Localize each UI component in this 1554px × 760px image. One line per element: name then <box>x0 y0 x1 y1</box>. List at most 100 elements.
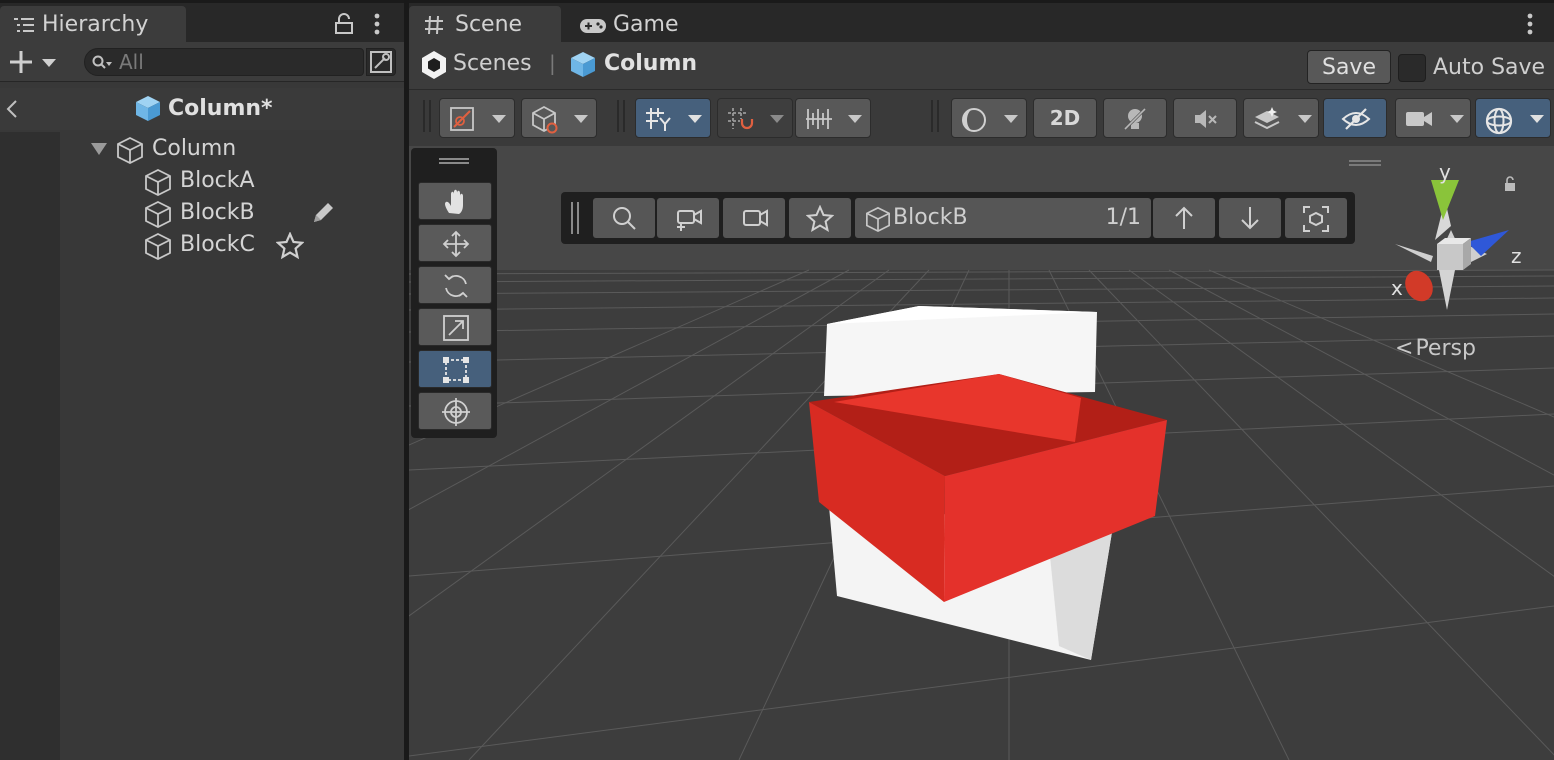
camera-view-button[interactable] <box>723 198 785 238</box>
gizmo-x-label: x <box>1391 276 1403 300</box>
toolbar-grip[interactable] <box>423 100 431 132</box>
audio-toggle-button[interactable] <box>1173 98 1237 138</box>
light-bulb-off-icon <box>1121 105 1149 137</box>
gameobject-cube-icon <box>144 200 172 232</box>
toolbar-grip[interactable] <box>931 100 939 132</box>
favorite-button[interactable] <box>789 198 851 238</box>
toolbar-grip[interactable] <box>617 100 625 132</box>
lock-icon[interactable] <box>1503 176 1517 196</box>
grid-snapping-dropdown[interactable] <box>717 98 793 138</box>
draw-mode-dropdown[interactable] <box>439 98 515 138</box>
shading-mode-dropdown[interactable] <box>951 98 1027 138</box>
chevron-down-icon <box>574 115 588 123</box>
chevron-down-icon <box>848 115 862 123</box>
scene-panel: Scene Game Scenes | Column Save Auto Sav… <box>409 0 1554 760</box>
scene-toolbar: 2D <box>409 90 1554 146</box>
scene-viewport[interactable]: BlockB 1/1 y z x <Persp <box>409 146 1554 760</box>
scale-tool-button[interactable] <box>418 308 492 346</box>
camera-add-icon <box>674 205 704 235</box>
overlay-search-button[interactable] <box>593 198 655 238</box>
previous-result-button[interactable] <box>1153 198 1215 238</box>
tree-item-label: BlockC <box>180 232 255 257</box>
expand-arrow-icon[interactable] <box>90 141 108 160</box>
effects-dropdown[interactable] <box>1243 98 1319 138</box>
prefab-cube-icon <box>134 94 162 126</box>
tree-item-blockb[interactable]: BlockB <box>60 198 404 230</box>
scale-icon <box>441 313 471 347</box>
overlay-grip[interactable] <box>571 202 579 234</box>
shaded-sphere-icon <box>960 105 990 139</box>
kebab-menu-icon[interactable] <box>1523 13 1537 39</box>
grid-snap-icon <box>726 105 756 137</box>
chevron-left-icon[interactable] <box>4 98 20 124</box>
search-scene-button[interactable] <box>366 48 396 76</box>
transform-tool-button[interactable] <box>418 392 492 430</box>
pencil-icon <box>310 200 336 230</box>
projection-toggle[interactable]: <Persp <box>1395 336 1476 361</box>
save-button[interactable]: Save <box>1307 50 1391 84</box>
hierarchy-panel: Hierarchy Column* <box>0 0 404 760</box>
rect-tool-button[interactable] <box>418 350 492 388</box>
lock-icon[interactable] <box>334 13 354 39</box>
render-settings-dropdown[interactable] <box>521 98 597 138</box>
orientation-gizmo[interactable]: y z x <box>1391 160 1522 310</box>
gameobject-cube-icon <box>144 168 172 200</box>
gameobject-cube-icon <box>116 136 144 168</box>
breadcrumb-column-label: Column <box>604 51 698 76</box>
create-dropdown-button[interactable] <box>8 48 66 76</box>
hand-tool-button[interactable] <box>418 182 492 220</box>
projection-label: Persp <box>1415 336 1476 361</box>
overlay-grip[interactable] <box>439 158 469 164</box>
arrow-up-icon <box>1173 205 1195 235</box>
next-result-button[interactable] <box>1219 198 1281 238</box>
rotate-tool-button[interactable] <box>418 266 492 304</box>
camera-settings-dropdown[interactable] <box>1395 98 1471 138</box>
add-camera-button[interactable] <box>657 198 719 238</box>
tree-item-blocka[interactable]: BlockA <box>60 166 404 197</box>
cube-render-icon <box>530 105 560 139</box>
hierarchy-search-field[interactable] <box>84 48 364 76</box>
arrow-down-icon <box>1239 205 1261 235</box>
auto-save-checkbox[interactable] <box>1398 54 1426 82</box>
hand-icon <box>441 187 471 221</box>
gizmo-y-label: y <box>1439 160 1451 184</box>
gamepad-icon <box>579 17 607 39</box>
move-arrows-icon <box>441 229 471 263</box>
grid-visibility-button[interactable] <box>635 98 711 138</box>
frame-focus-icon <box>1302 205 1330 237</box>
move-tool-button[interactable] <box>418 224 492 262</box>
scene-visibility-button[interactable] <box>1323 98 1387 138</box>
scene-name: Column* <box>168 96 273 121</box>
speaker-mute-icon <box>1191 105 1219 137</box>
gizmos-dropdown[interactable] <box>1475 98 1551 138</box>
lighting-toggle-button[interactable] <box>1103 98 1167 138</box>
overlay-grip[interactable] <box>1349 160 1381 166</box>
toggle-2d-button[interactable]: 2D <box>1033 98 1097 138</box>
tab-game[interactable]: Game <box>571 6 721 45</box>
effects-layers-icon <box>1252 105 1282 139</box>
object-search-value: BlockB <box>893 205 968 230</box>
object-search-field[interactable]: BlockB 1/1 <box>855 198 1151 238</box>
chevron-down-icon <box>1004 115 1018 123</box>
frame-selected-button[interactable] <box>1285 198 1347 238</box>
result-count: 1/1 <box>1105 205 1141 230</box>
increment-snapping-dropdown[interactable] <box>795 98 871 138</box>
gameobject-cube-icon <box>865 206 891 236</box>
scene-tab-bar: Scene Game <box>409 0 1554 45</box>
search-input[interactable] <box>119 50 349 74</box>
tree-item-column[interactable]: Column <box>60 134 404 165</box>
search-overlay-toolbar: BlockB 1/1 <box>561 192 1355 244</box>
tab-scene[interactable]: Scene <box>409 6 561 45</box>
scene-header[interactable]: Column* <box>0 88 404 130</box>
transform-icon <box>441 397 471 431</box>
gizmo-z-label: z <box>1511 244 1522 268</box>
chevron-down-icon <box>688 115 702 123</box>
search-icon <box>91 54 113 76</box>
chevron-down-icon <box>770 115 784 123</box>
kebab-menu-icon[interactable] <box>370 13 384 39</box>
tree-item-blockc[interactable]: BlockC <box>60 230 404 261</box>
eye-hidden-icon <box>1341 105 1371 137</box>
chevron-down-icon <box>492 115 506 123</box>
gizmo-sphere-icon <box>1484 105 1516 141</box>
tab-hierarchy[interactable]: Hierarchy <box>0 6 186 45</box>
